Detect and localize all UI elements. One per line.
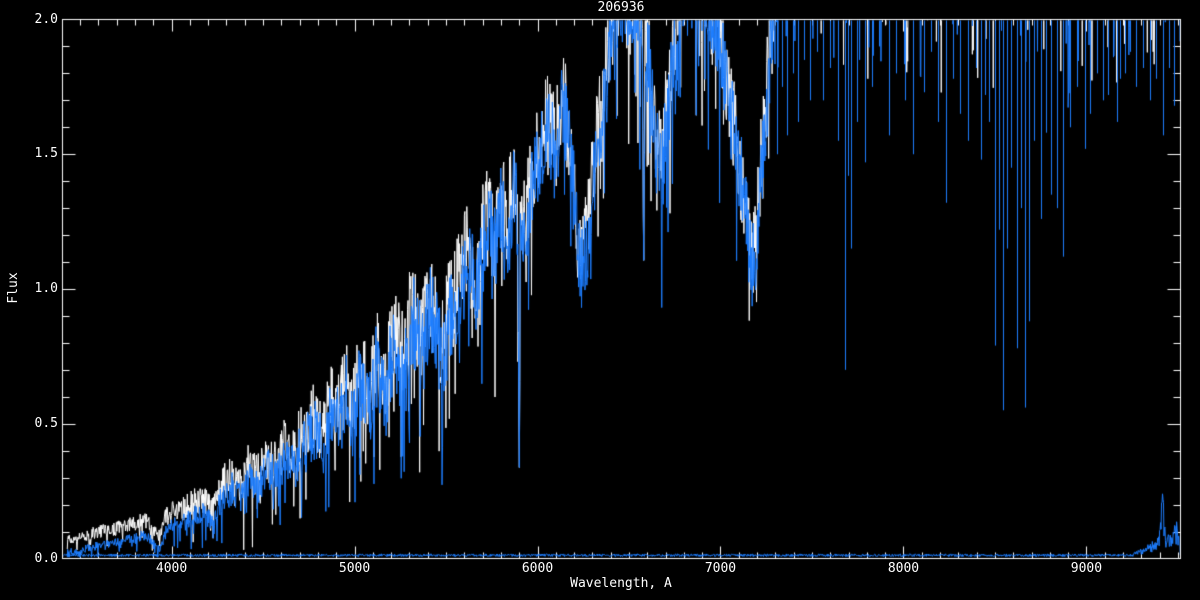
plot-title: 206936 [551, 1, 691, 15]
y-tick-label: 1.0 [20, 282, 58, 296]
y-tick-label: 0.5 [20, 417, 58, 431]
y-axis-label: Flux [7, 213, 21, 363]
spectrum-canvas [0, 0, 1200, 600]
x-tick-label: 4000 [137, 562, 207, 576]
x-axis-label: Wavelength, A [521, 577, 721, 591]
y-tick-label: 0.0 [20, 552, 58, 566]
y-tick-label: 2.0 [20, 13, 58, 27]
x-tick-label: 7000 [685, 562, 755, 576]
x-tick-label: 8000 [868, 562, 938, 576]
x-tick-label: 9000 [1051, 562, 1121, 576]
x-tick-label: 6000 [503, 562, 573, 576]
spectrum-plot-window: 206936 Wavelength, A Flux 4000 5000 6000 70… [0, 0, 1200, 600]
x-tick-label: 5000 [320, 562, 390, 576]
y-tick-label: 1.5 [20, 147, 58, 161]
